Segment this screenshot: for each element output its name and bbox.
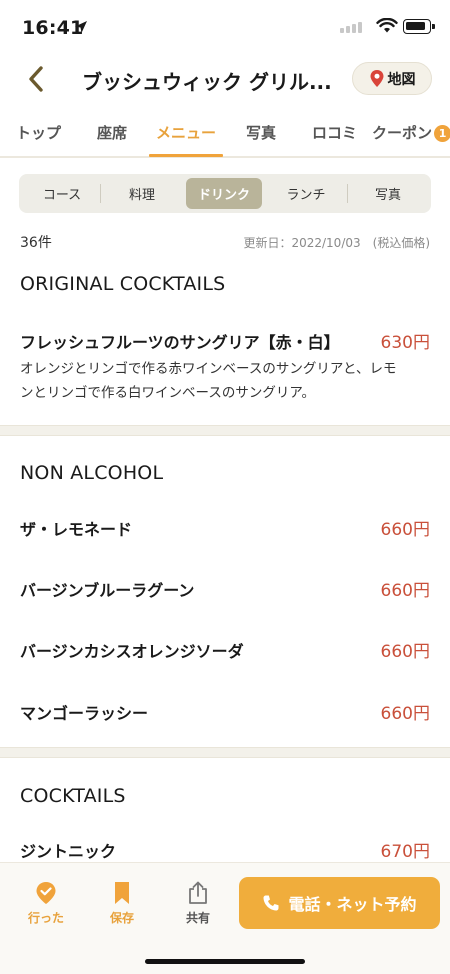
menu-item-name: バージンブルーラグーン: [20, 581, 195, 600]
coupon-badge: 1: [434, 125, 450, 142]
tab-coupons-label: クーポン: [372, 124, 433, 142]
menu-item-price: 660円: [380, 520, 430, 540]
save-label: 保存: [109, 911, 134, 925]
tab-bar: トップ 座席 メニュー 写真 ロコミ クーポン 1: [0, 110, 450, 158]
map-button-label: 地図: [387, 71, 416, 88]
home-indicator: [145, 959, 305, 964]
segment-food[interactable]: 料理: [104, 178, 180, 209]
menu-item-description: オレンジとリンゴで作る赤ワインベースのサングリアと、レモ ンとリンゴで作る白ワイ…: [20, 357, 430, 405]
reserve-label: 電話・ネット予約: [288, 895, 417, 914]
menu-item-price: 660円: [380, 642, 430, 662]
bottom-action-bar: 行った 保存 共有 電話・ネット予約: [0, 862, 450, 974]
tab-coupons[interactable]: クーポン 1: [372, 122, 450, 143]
visited-check-icon: [36, 882, 56, 904]
section-separator: [0, 747, 450, 758]
section-separator: [0, 425, 450, 436]
share-label: 共有: [185, 911, 210, 925]
segment-lunch[interactable]: ランチ: [268, 178, 344, 209]
tab-photos[interactable]: 写真: [246, 122, 276, 143]
menu-item-description-line: オレンジとリンゴで作る赤ワインベースのサングリアと、レモ: [20, 361, 397, 377]
menu-item-name: バージンカシスオレンジソーダ: [20, 642, 244, 661]
item-count: 36件: [20, 235, 52, 251]
save-button[interactable]: 保存: [92, 881, 152, 926]
map-button[interactable]: 地図: [352, 62, 432, 95]
share-button[interactable]: 共有: [168, 881, 228, 926]
location-arrow-icon: [75, 21, 87, 33]
segment-course[interactable]: コース: [25, 178, 99, 209]
tab-top[interactable]: トップ: [16, 122, 61, 143]
menu-item-name: マンゴーラッシー: [20, 704, 149, 723]
drink-category-segmented-control: コース 料理 ドリンク ランチ 写真: [19, 174, 431, 213]
tab-menu[interactable]: メニュー: [156, 122, 216, 143]
segment-divider: [100, 184, 101, 203]
menu-item-name: ジントニック: [20, 842, 117, 861]
share-icon: [189, 881, 207, 904]
menu-item-name: ザ・レモネード: [20, 520, 133, 539]
visited-button[interactable]: 行った: [16, 881, 76, 926]
reserve-button[interactable]: 電話・ネット予約: [239, 877, 440, 929]
segment-divider: [347, 184, 348, 203]
chevron-left-icon: [29, 66, 43, 92]
menu-item-price: 670円: [380, 842, 430, 862]
active-tab-indicator: [149, 154, 223, 157]
map-pin-icon: [370, 70, 383, 87]
tab-seats[interactable]: 座席: [97, 122, 127, 143]
wifi-icon: [376, 18, 398, 33]
section-title-cocktails: COCKTAILS: [20, 785, 126, 807]
phone-icon: [263, 895, 279, 911]
section-title-non-alcohol: NON ALCOHOL: [20, 462, 164, 484]
status-bar: 16:41: [0, 0, 450, 54]
updated-date: 更新日：2022/10/03 (税込価格): [243, 236, 430, 250]
page-title: ブッシュウィック グリル...: [82, 70, 332, 94]
menu-item-price: 660円: [380, 581, 430, 601]
segment-drink[interactable]: ドリンク: [186, 178, 262, 209]
battery-icon: [403, 19, 431, 34]
menu-item-price: 660円: [380, 704, 430, 724]
back-button[interactable]: [22, 64, 50, 94]
visited-label: 行った: [27, 911, 64, 925]
bookmark-icon: [115, 882, 129, 904]
battery-cap: [432, 24, 435, 29]
menu-item-price: 630円: [380, 333, 430, 353]
tab-reviews[interactable]: ロコミ: [312, 122, 357, 143]
cellular-signal-icon: [340, 22, 362, 33]
menu-item-name: フレッシュフルーツのサングリア【赤・白】: [20, 333, 340, 352]
menu-item-description-line: ンとリンゴで作る白ワインベースのサングリア。: [20, 385, 315, 401]
segment-photos[interactable]: 写真: [351, 178, 425, 209]
section-title-original-cocktails: ORIGINAL COCKTAILS: [20, 273, 226, 295]
